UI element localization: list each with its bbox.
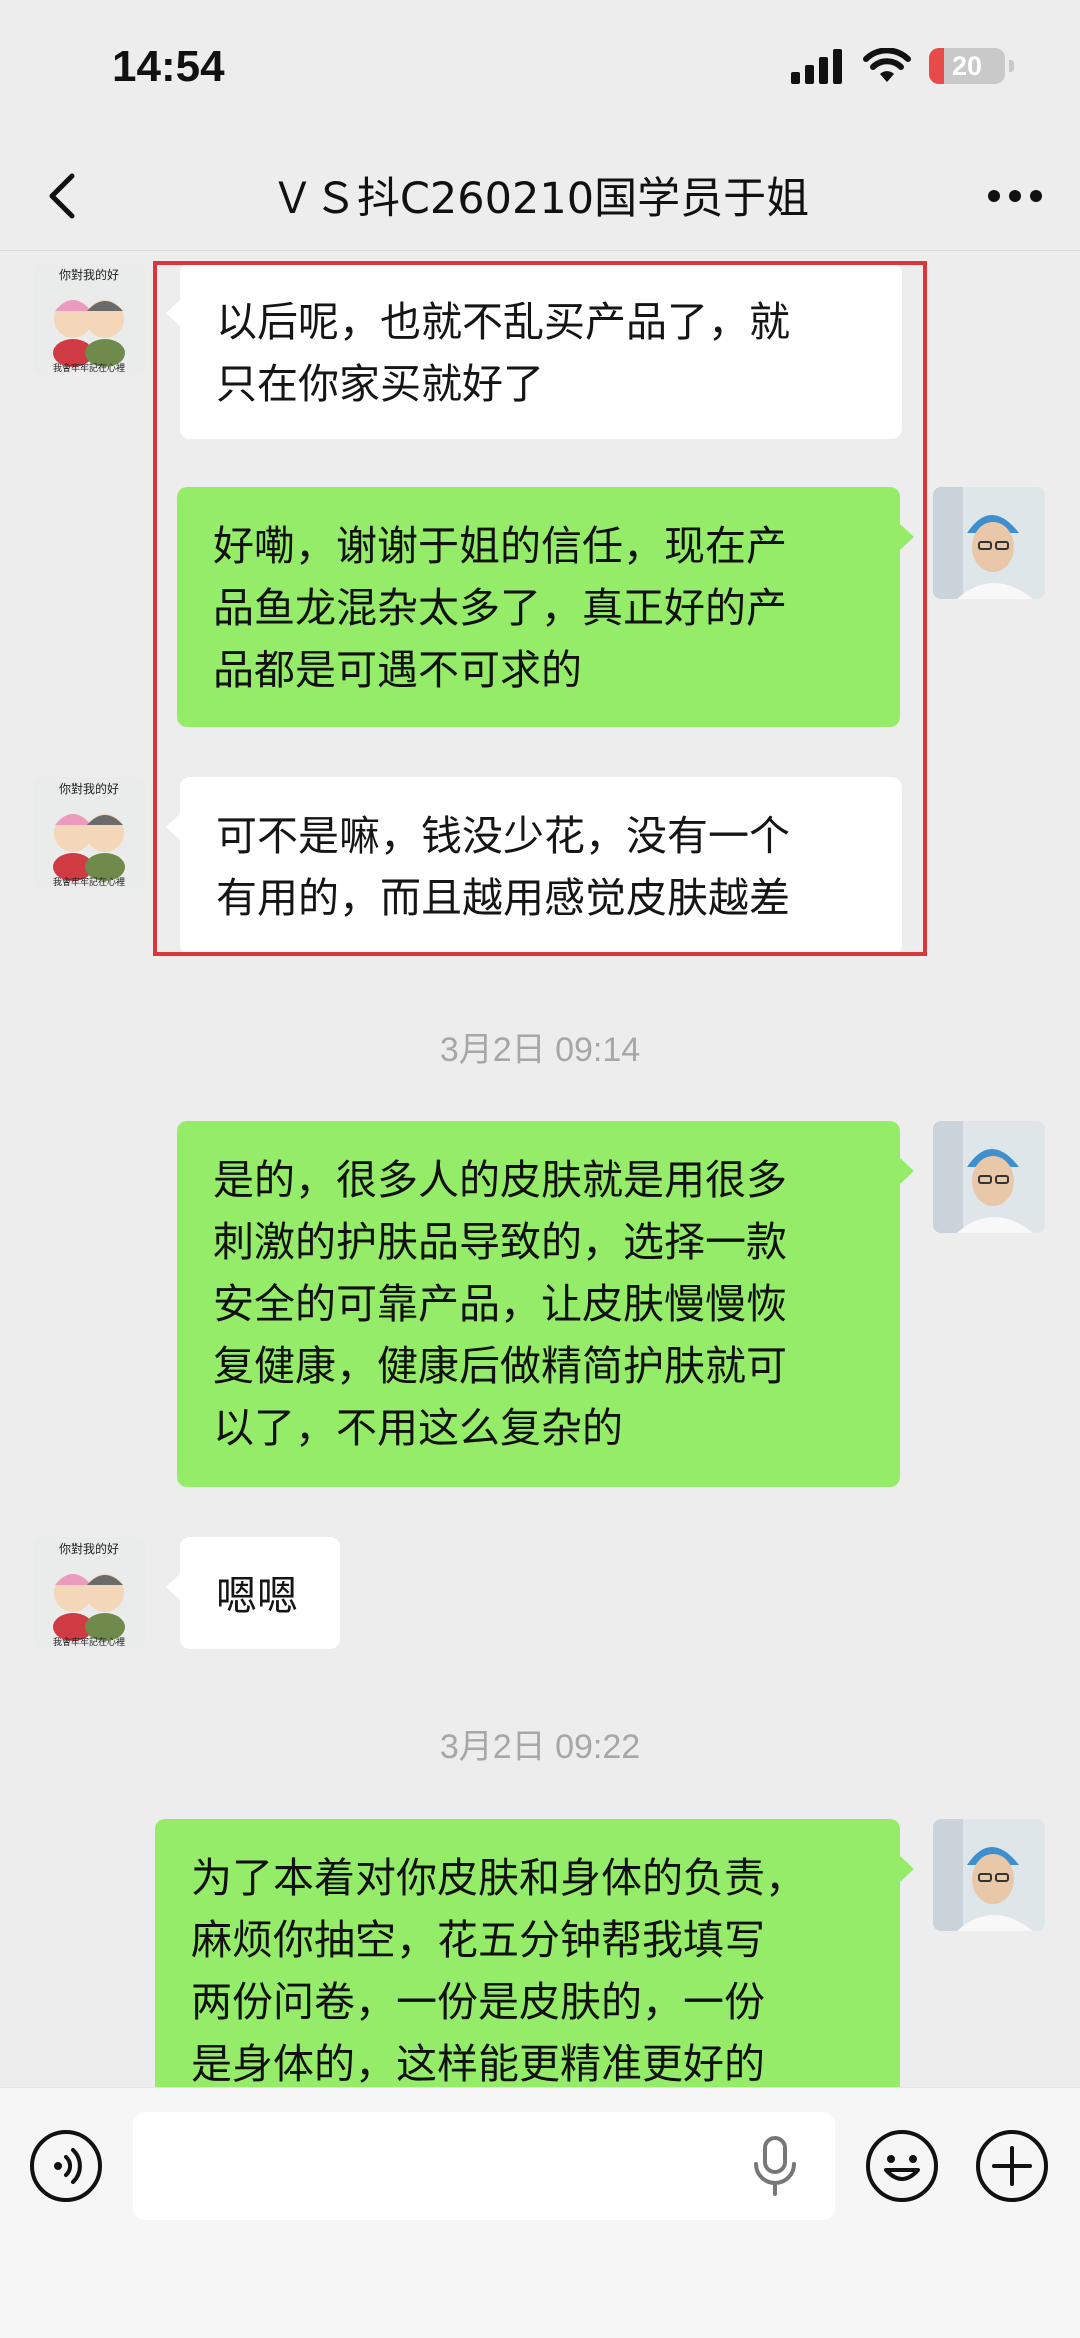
my-avatar[interactable]: [933, 487, 1045, 599]
input-bar: [0, 2087, 1080, 2338]
message-line: 品都是可遇不可求的: [213, 646, 582, 694]
contact-avatar[interactable]: 你對我的好 我會牢牢記在心裡: [33, 1537, 145, 1649]
message-line: 以后呢，也就不乱买产品了，就: [216, 298, 790, 346]
microphone-icon[interactable]: [750, 2134, 800, 2198]
message-line: 好嘞，谢谢于姐的信任，现在产: [213, 522, 787, 570]
message-line: 麻烦你抽空，花五分钟帮我填写: [191, 1916, 765, 1964]
message-line: 刺激的护肤品导致的，选择一款: [213, 1218, 787, 1266]
emoji-icon[interactable]: [864, 2128, 940, 2204]
message-line: 有用的，而且越用感觉皮肤越差: [216, 874, 790, 922]
battery-level: 20: [951, 51, 983, 81]
my-avatar[interactable]: [933, 1819, 1045, 1931]
contact-avatar[interactable]: 你對我的好 我會牢牢記在心裡: [33, 777, 145, 889]
message-line: 可不是嘛，钱没少花，没有一个: [216, 812, 790, 860]
svg-text:我會牢牢記在心裡: 我會牢牢記在心裡: [53, 362, 125, 374]
message-line: 只在你家买就好了: [216, 360, 544, 408]
message-line: 复健康，健康后做精简护肤就可: [213, 1342, 787, 1390]
message-bubble-incoming[interactable]: 以后呢，也就不乱买产品了，就 只在你家买就好了: [166, 263, 902, 439]
status-icons: 20: [791, 48, 1014, 84]
contact-avatar[interactable]: 你對我的好 我會牢牢記在心裡: [33, 263, 145, 375]
wifi-icon: [863, 48, 911, 82]
svg-text:你對我的好: 你對我的好: [59, 781, 119, 796]
message-bubble-outgoing[interactable]: 为了本着对你皮肤和身体的负责， 麻烦你抽空，花五分钟帮我填写 两份问卷，一份是皮…: [155, 1819, 914, 2087]
battery-cap: [1009, 60, 1014, 72]
doll-couple-image: 你對我的好 我會牢牢記在心裡: [33, 263, 145, 375]
message-line: 安全的可靠产品，让皮肤慢慢恢: [213, 1280, 787, 1328]
message-line: 以了，不用这么复杂的: [213, 1404, 623, 1452]
svg-text:你對我的好: 你對我的好: [59, 267, 119, 282]
chat-title: ＶＳ抖C260210国学员于姐: [270, 174, 810, 224]
doctor-portrait-image: [933, 1121, 1045, 1233]
status-time: 14:54: [112, 42, 225, 91]
message-line: 两份问卷，一份是皮肤的，一份: [191, 1978, 765, 2026]
svg-text:我會牢牢記在心裡: 我會牢牢記在心裡: [53, 1636, 125, 1648]
message-line: 为了本着对你皮肤和身体的负责，: [191, 1854, 806, 1902]
message-line: 是的，很多人的皮肤就是用很多: [213, 1156, 787, 1204]
chevron-left-icon[interactable]: [36, 166, 96, 226]
message-bubble-outgoing[interactable]: 好嘞，谢谢于姐的信任，现在产 品鱼龙混杂太多了，真正好的产 品都是可遇不可求的: [177, 487, 914, 727]
battery-icon: 20: [929, 48, 1005, 84]
message-bubble-incoming[interactable]: 嗯嗯: [166, 1537, 340, 1649]
svg-text:我會牢牢記在心裡: 我會牢牢記在心裡: [53, 876, 125, 888]
message-line: 品鱼龙混杂太多了，真正好的产: [213, 584, 787, 632]
timestamp: 3月2日 09:14: [439, 1031, 641, 1069]
message-line: 嗯嗯: [216, 1572, 298, 1620]
signal-icon: [791, 49, 842, 84]
chat-header: ＶＳ抖C260210国学员于姐: [0, 140, 1080, 251]
doll-couple-image: 你對我的好 我會牢牢記在心裡: [33, 777, 145, 889]
timestamp: 3月2日 09:22: [439, 1728, 641, 1766]
my-avatar[interactable]: [933, 1121, 1045, 1233]
svg-text:你對我的好: 你對我的好: [59, 1541, 119, 1556]
message-list[interactable]: 你對我的好 我會牢牢記在心裡 以后呢，也就不乱买产品了，就 只在你家买就好了 好…: [0, 251, 1080, 2087]
message-bubble-incoming[interactable]: 可不是嘛，钱没少花，没有一个 有用的，而且越用感觉皮肤越差: [166, 777, 902, 955]
doctor-portrait-image: [933, 487, 1045, 599]
message-bubble-outgoing[interactable]: 是的，很多人的皮肤就是用很多 刺激的护肤品导致的，选择一款 安全的可靠产品，让皮…: [177, 1121, 914, 1487]
plus-icon[interactable]: [974, 2128, 1050, 2204]
voice-mode-icon[interactable]: [28, 2128, 104, 2204]
message-line: 是身体的，这样能更精准更好的: [191, 2040, 765, 2087]
more-dots-icon[interactable]: [980, 166, 1050, 226]
doctor-portrait-image: [933, 1819, 1045, 1931]
doll-couple-image: 你對我的好 我會牢牢記在心裡: [33, 1537, 145, 1649]
message-input[interactable]: [133, 2112, 835, 2220]
status-bar: 14:54 20: [0, 0, 1080, 140]
